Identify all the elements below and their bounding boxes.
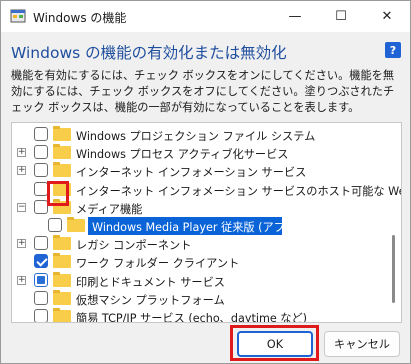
tree-item[interactable]: + レガシ コンポーネント [12,235,392,253]
cancel-button[interactable]: キャンセル [324,331,400,357]
minimize-button[interactable]: — [272,1,318,32]
windows-features-dialog: Windows の機能 — ☐ ✕ Windows の機能の有効化または無効化 … [0,0,411,364]
highlight-checkbox-box [47,181,69,206]
tree-item[interactable]: + 印刷とドキュメント サービス [12,271,392,290]
tree-item[interactable]: + インターネット インフォメーション サービス [12,162,392,180]
help-icon[interactable]: ? [385,42,401,58]
tree-item[interactable]: − メディア機能 [12,198,392,217]
tree-item-label: 仮想マシン プラットフォーム [76,293,225,307]
collapse-icon[interactable]: − [17,202,26,212]
tree-item[interactable]: Windows Media Player 従来版 (アプリ) [12,217,392,235]
app-icon [10,9,26,23]
close-button[interactable]: ✕ [364,1,410,32]
tree-item-label: メディア機能 [76,202,143,216]
tree-item[interactable]: 仮想マシン プラットフォーム [12,289,392,308]
tree-item-label: Windows プロジェクション ファイル システム [76,130,316,143]
close-icon: ✕ [381,9,393,24]
title-bar: Windows の機能 — ☐ ✕ [1,1,410,32]
maximize-button[interactable]: ☐ [318,1,364,32]
tree-item[interactable]: Windows プロジェクション ファイル システム [12,126,392,144]
feature-checkbox[interactable] [34,199,48,214]
folder-icon [53,235,71,251]
expand-icon[interactable]: + [17,148,26,158]
feature-checkbox[interactable] [34,181,48,196]
page-title: Windows の機能の有効化または無効化 [11,44,287,62]
tree-item-label: レガシ コンポーネント [76,239,192,253]
expand-icon[interactable]: + [17,166,26,176]
tree-item-label: Windows プロセス アクティブ化サービス [76,148,289,162]
folder-icon [53,253,71,269]
minimize-icon: — [288,9,302,24]
description-text: 機能を有効にするには、チェック ボックスをオンにしてください。機能を無効にするに… [11,69,395,114]
expand-icon[interactable]: + [17,275,26,285]
folder-icon [53,308,71,322]
tree-item-label: ワーク フォルダー クライアント [76,257,240,271]
feature-checkbox[interactable] [34,163,48,178]
tree-item[interactable]: インターネット インフォメーション サービスのホスト可能な Web コア [12,180,401,199]
expand-icon[interactable]: + [17,239,26,249]
folder-icon [53,271,71,287]
feature-checkbox[interactable] [34,127,48,141]
tree-scrollbar[interactable] [392,235,395,303]
window-title: Windows の機能 [33,11,127,25]
folder-icon [67,217,85,232]
ok-button[interactable]: OK [237,331,313,357]
folder-icon [53,144,71,160]
tree-item-label: 印刷とドキュメント サービス [76,275,225,289]
folder-icon [53,162,71,178]
feature-checkbox[interactable] [34,145,48,160]
tree-item-label: Windows Media Player 従来版 (アプリ) [92,221,301,234]
tree-item-label: インターネット インフォメーション サービスのホスト可能な Web コア [76,184,401,198]
maximize-icon: ☐ [335,9,347,24]
tree-item[interactable]: 簡易 TCP/IP サービス (echo、daytime など) [12,308,392,323]
feature-checkbox[interactable] [34,254,48,269]
folder-icon [53,289,71,305]
feature-checkbox[interactable] [34,272,48,287]
feature-checkbox[interactable] [48,218,62,232]
tree-item[interactable]: ワーク フォルダー クライアント [12,253,392,271]
tree-item[interactable]: + Windows プロセス アクティブ化サービス [12,144,392,162]
feature-checkbox[interactable] [34,290,48,305]
features-tree[interactable]: Windows プロジェクション ファイル システム + Windows プロセス … [11,122,402,323]
folder-icon [53,126,71,141]
feature-checkbox[interactable] [34,236,48,251]
feature-checkbox[interactable] [34,309,48,322]
tree-item-label: 簡易 TCP/IP サービス (echo、daytime など) [76,312,308,323]
tree-item-label: インターネット インフォメーション サービス [76,166,307,180]
